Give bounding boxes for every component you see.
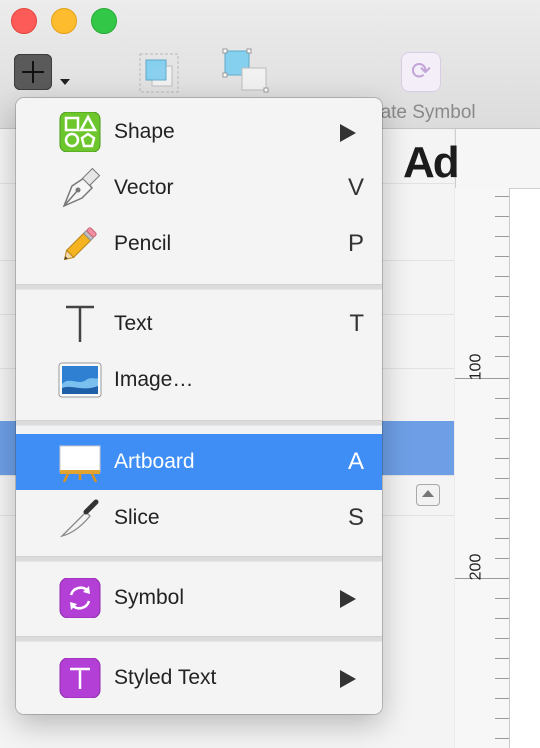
image-icon <box>58 360 102 400</box>
menu-separator <box>16 636 382 642</box>
menu-separator <box>16 556 382 562</box>
menu-item-label: Styled Text <box>114 666 217 689</box>
menu-item-styled-text[interactable]: Styled Text <box>16 650 382 706</box>
symbol-sync-icon[interactable]: ⟳ <box>401 52 441 92</box>
styled-text-icon <box>58 657 102 699</box>
menu-item-shortcut: S <box>347 504 364 531</box>
text-icon <box>58 304 102 344</box>
menu-item-label: Image… <box>114 368 194 391</box>
vector-pen-icon <box>58 167 102 208</box>
vertical-ruler[interactable]: 100 200 <box>455 188 510 748</box>
menu-item-shortcut: A <box>347 448 364 475</box>
insert-menu: Shape Vector V Pencil P Text T Image… Ar… <box>16 98 382 714</box>
slice-knife-icon <box>58 498 102 538</box>
menu-item-label: Vector <box>114 176 174 199</box>
shape-icon <box>58 111 102 153</box>
menu-item-label: Pencil <box>114 232 172 255</box>
create-symbol-label[interactable]: eate Symbol <box>370 102 476 124</box>
submenu-arrow-icon <box>340 670 356 688</box>
insert-button[interactable] <box>14 54 52 90</box>
canvas-top-strip <box>455 129 540 189</box>
menu-separator <box>16 284 382 290</box>
submenu-arrow-icon <box>340 124 356 142</box>
menu-item-shortcut: T <box>349 310 364 337</box>
menu-item-pencil[interactable]: Pencil P <box>16 216 382 272</box>
menu-item-shape[interactable]: Shape <box>16 104 382 160</box>
submenu-arrow-icon <box>340 590 356 608</box>
symbol-icon <box>58 577 102 619</box>
collapse-panel-icon[interactable] <box>416 484 440 506</box>
minimize-window-button[interactable] <box>51 8 77 34</box>
insert-dropdown-caret-icon[interactable] <box>60 79 70 85</box>
menu-item-text[interactable]: Text T <box>16 296 382 352</box>
menu-item-image[interactable]: Image… <box>16 352 382 408</box>
menu-separator <box>16 420 382 426</box>
artboard-icon <box>58 442 102 483</box>
menu-item-shortcut: V <box>347 174 364 201</box>
ruler-label-200: 200 <box>467 553 485 581</box>
menu-item-label: Artboard <box>114 450 195 473</box>
menu-item-vector[interactable]: Vector V <box>16 160 382 216</box>
menu-item-label: Symbol <box>114 586 185 609</box>
ruler-label-100: 100 <box>467 353 485 381</box>
menu-item-label: Shape <box>114 120 175 143</box>
close-window-button[interactable] <box>11 8 37 34</box>
pencil-icon <box>58 224 102 264</box>
menu-item-label: Slice <box>114 506 160 529</box>
ungroup-icon[interactable] <box>222 48 270 94</box>
menu-item-shortcut: P <box>347 230 364 257</box>
menu-item-artboard[interactable]: Artboard A <box>16 434 382 490</box>
group-icon[interactable] <box>138 52 180 94</box>
canvas-text-fragment: Ad <box>403 138 460 187</box>
menu-item-label: Text <box>114 312 153 335</box>
zoom-window-button[interactable] <box>91 8 117 34</box>
menu-item-symbol[interactable]: Symbol <box>16 570 382 626</box>
menu-item-slice[interactable]: Slice S <box>16 490 382 546</box>
